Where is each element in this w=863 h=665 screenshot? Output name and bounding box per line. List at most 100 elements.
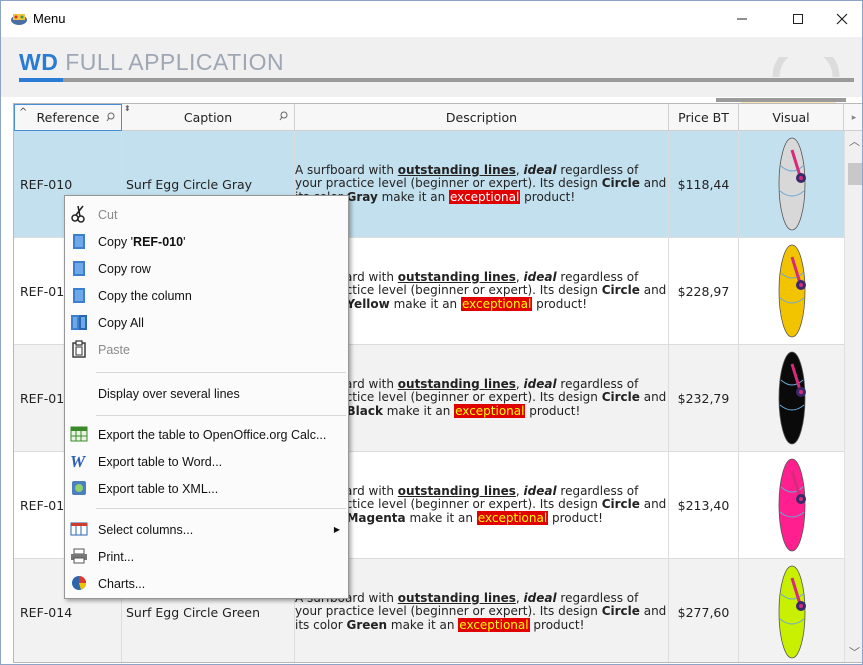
cell-description[interactable]: A surfboard with outstanding lines, idea… [295,131,669,237]
cell-price[interactable]: $213,40 [669,452,739,558]
desc-bold: Circle [601,604,640,619]
desc-part: , [515,162,524,177]
description-text: A surfboard with outstanding lines, idea… [295,269,667,312]
desc-italic: ideal [523,483,557,498]
cell-visual[interactable] [739,559,844,662]
chart-icon [72,576,86,590]
close-button[interactable] [819,1,862,36]
desc-bold: Circle [601,283,640,298]
reference-text: REF-014 [20,604,73,620]
desc-emphasis: outstanding lines [397,162,516,177]
window-title: Menu [33,11,66,26]
sort-ascending-icon[interactable]: ^ [19,107,27,118]
copy-icon [73,261,85,276]
desc-part: product! [525,403,581,418]
menu-label-export-calc: Export the table to OpenOffice.org Calc.… [98,427,327,442]
menu-label-copy-cell: Copy 'REF-010' [98,235,185,249]
cell-description[interactable]: A surfboard with outstanding lines, idea… [295,452,669,558]
search-icon[interactable] [279,111,288,121]
menu-separator [96,372,346,373]
vertical-scrollbar[interactable]: ︿ ﹀ [844,131,862,662]
cell-description[interactable]: A surfboard with outstanding lines, idea… [295,345,669,451]
menu-label-export-xml: Export table to XML... [98,481,219,496]
column-header-reference[interactable]: ^ Reference [14,104,122,131]
cell-price[interactable]: $277,60 [669,559,739,662]
clipboard-icon [72,340,86,358]
menu-item-copy-column[interactable]: Copy the column [65,282,348,309]
chevron-down-icon[interactable]: ﹀ [849,644,860,660]
cell-visual[interactable] [739,452,844,558]
menu-item-export-xml[interactable]: Export table to XML... [65,475,348,502]
desc-emphasis: outstanding lines [397,269,516,284]
menu-item-cut[interactable]: Cut [65,201,348,228]
copy-icon [73,234,85,249]
submenu-arrow-icon: ▶ [333,525,340,534]
desc-part: , [515,483,524,498]
desc-color: Magenta [346,510,406,525]
desc-italic: ideal [523,162,557,177]
menu-label-copy-column: Copy the column [98,288,192,303]
column-header-caption[interactable]: ⬍ Caption [122,104,295,131]
cell-visual[interactable] [739,345,844,451]
desc-italic: ideal [523,269,557,284]
column-header-visual[interactable]: Visual [739,104,844,131]
maximize-button[interactable] [775,1,820,36]
menu-item-copy-all[interactable]: Copy All [65,309,348,336]
maximize-icon [792,13,803,24]
desc-highlight: exceptional [476,510,549,525]
app-header: WD FULL APPLICATION [1,37,862,132]
cell-price[interactable]: $228,97 [669,238,739,344]
menu-item-copy-cell[interactable]: Copy 'REF-010' [65,228,348,255]
menu-item-display-multiline[interactable]: Display over several lines [65,380,348,407]
desc-emphasis: outstanding lines [397,483,516,498]
surfboard-image [778,137,806,231]
menu-label-charts: Charts... [98,576,146,591]
surfboard-image [778,351,806,445]
chevron-right-icon: ▸ [851,112,857,123]
scissors-icon [71,205,85,223]
sort-icon[interactable]: ⬍ [124,104,131,113]
column-label-reference: Reference [36,110,100,125]
menu-item-charts[interactable]: Charts... [65,570,348,597]
cell-visual[interactable] [739,238,844,344]
menu-item-export-word[interactable]: W Export table to Word... [65,448,348,475]
copy-ref: REF-010 [133,234,184,249]
menu-label-copy-row: Copy row [98,261,151,276]
menu-label-copy-all: Copy All [98,315,144,330]
menu-item-paste[interactable]: Paste [65,336,348,363]
desc-emphasis: outstanding lines [397,376,516,391]
desc-color: Green [346,617,388,632]
scrollbar-thumb[interactable] [848,163,862,185]
price-text: $277,60 [677,604,730,620]
cell-price[interactable]: $232,79 [669,345,739,451]
header-scroll-right-button[interactable]: ▸ [844,104,862,131]
column-header-price[interactable]: Price BT [669,104,739,131]
desc-part: product! [548,510,603,525]
column-header-description[interactable]: Description [295,104,669,131]
menu-item-select-columns[interactable]: Select columns... ▶ [65,516,348,543]
header-divider [19,78,854,82]
menu-label-select-columns: Select columns... [98,522,194,537]
cell-visual[interactable] [739,131,844,237]
brand-wd: WD [19,49,59,75]
desc-part: product! [532,296,588,311]
cell-description[interactable]: A surfboard with outstanding lines, idea… [295,559,669,662]
menu-item-print[interactable]: Print... [65,543,348,570]
title-bar: Menu [1,1,862,36]
cell-price[interactable]: $118,44 [669,131,739,237]
surfboard-image [778,458,806,552]
search-icon[interactable] [106,112,115,122]
menu-item-copy-row[interactable]: Copy row [65,255,348,282]
app-window: Menu WD FULL APPLICATION ^ Reference ⬍ C… [0,0,863,665]
desc-bold: Circle [601,497,640,512]
chevron-up-icon[interactable]: ︿ [849,133,860,149]
desc-color: Black [346,403,383,418]
app-icon [11,14,27,25]
minimize-button[interactable] [719,1,764,36]
table-header: ^ Reference ⬍ Caption Description Price … [14,104,862,131]
menu-label-export-word: Export table to Word... [98,454,223,469]
cell-description[interactable]: A surfboard with outstanding lines, idea… [295,238,669,344]
desc-highlight: exceptional [458,617,530,632]
desc-part: , [515,376,524,391]
menu-item-export-calc[interactable]: Export the table to OpenOffice.org Calc.… [65,421,348,448]
